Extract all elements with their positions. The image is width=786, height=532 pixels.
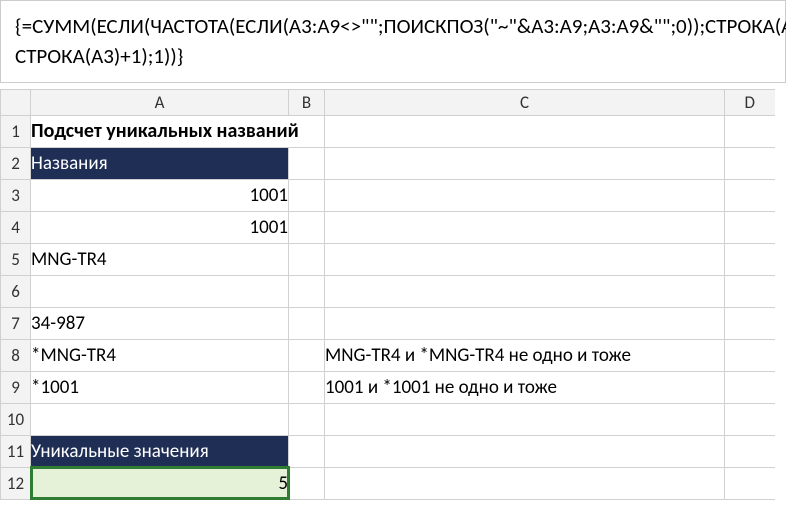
table-row: 3 1001 [1, 179, 775, 211]
cell-D1[interactable] [725, 115, 775, 147]
cell-A3[interactable]: 1001 [31, 179, 289, 211]
cell-C7[interactable] [325, 307, 725, 339]
row-header-1[interactable]: 1 [1, 115, 31, 147]
cell-B10[interactable] [289, 403, 325, 435]
table-row: 7 34-987 [1, 307, 775, 339]
table-row: 6 [1, 275, 775, 307]
row-header-12[interactable]: 12 [1, 467, 31, 499]
cell-D9[interactable] [725, 371, 775, 403]
cell-B8[interactable] [289, 339, 325, 371]
cell-C11[interactable] [325, 435, 725, 467]
cell-B7[interactable] [289, 307, 325, 339]
cell-D12[interactable] [725, 467, 775, 499]
table-row: 5 MNG-TR4 [1, 243, 775, 275]
cell-C2[interactable] [325, 147, 725, 179]
row-header-2[interactable]: 2 [1, 147, 31, 179]
cell-A7[interactable]: 34-987 [31, 307, 289, 339]
col-header-A[interactable]: A [31, 89, 289, 115]
row-header-6[interactable]: 6 [1, 275, 31, 307]
cell-D8[interactable] [725, 339, 775, 371]
row-header-10[interactable]: 10 [1, 403, 31, 435]
row-header-8[interactable]: 8 [1, 339, 31, 371]
cell-A10[interactable] [31, 403, 289, 435]
cell-C4[interactable] [325, 211, 725, 243]
cell-A5[interactable]: MNG-TR4 [31, 243, 289, 275]
select-all-corner[interactable] [1, 89, 31, 115]
cell-C5[interactable] [325, 243, 725, 275]
cell-D7[interactable] [725, 307, 775, 339]
cell-C12[interactable] [325, 467, 725, 499]
cell-B5[interactable] [289, 243, 325, 275]
cell-A2[interactable]: Названия [31, 147, 289, 179]
row-header-9[interactable]: 9 [1, 371, 31, 403]
cell-A12-selected[interactable]: 5 [31, 467, 289, 499]
table-row: 12 5 [1, 467, 775, 499]
cell-B3[interactable] [289, 179, 325, 211]
table-row: 8 *MNG-TR4 MNG-TR4 и *MNG-TR4 не одно и … [1, 339, 775, 371]
cell-D2[interactable] [725, 147, 775, 179]
cell-C6[interactable] [325, 275, 725, 307]
formula-bar[interactable]: {=СУММ(ЕСЛИ(ЧАСТОТА(ЕСЛИ(A3:A9<>"";ПОИСК… [0, 0, 786, 83]
cell-D5[interactable] [725, 243, 775, 275]
table-row: 2 Названия [1, 147, 775, 179]
table-row: 4 1001 [1, 211, 775, 243]
cell-A1[interactable]: Подсчет уникальных названий [31, 115, 325, 147]
row-header-11[interactable]: 11 [1, 435, 31, 467]
table-row: 11 Уникальные значения [1, 435, 775, 467]
table-row: 1 Подсчет уникальных названий [1, 115, 775, 147]
cell-A4[interactable]: 1001 [31, 211, 289, 243]
cell-C1[interactable] [325, 115, 725, 147]
cell-D6[interactable] [725, 275, 775, 307]
cell-A9[interactable]: *1001 [31, 371, 289, 403]
cell-C8[interactable]: MNG-TR4 и *MNG-TR4 не одно и тоже [325, 339, 725, 371]
row-header-4[interactable]: 4 [1, 211, 31, 243]
cell-B2[interactable] [289, 147, 325, 179]
col-header-D[interactable]: D [725, 89, 775, 115]
cell-B4[interactable] [289, 211, 325, 243]
row-header-7[interactable]: 7 [1, 307, 31, 339]
table-row: 10 [1, 403, 775, 435]
cell-A11[interactable]: Уникальные значения [31, 435, 289, 467]
cell-C3[interactable] [325, 179, 725, 211]
spreadsheet-grid[interactable]: A B C D 1 Подсчет уникальных названий 2 … [0, 89, 775, 500]
cell-D11[interactable] [725, 435, 775, 467]
row-header-5[interactable]: 5 [1, 243, 31, 275]
cell-C10[interactable] [325, 403, 725, 435]
cell-D3[interactable] [725, 179, 775, 211]
cell-D10[interactable] [725, 403, 775, 435]
table-row: 9 *1001 1001 и *1001 не одно и тоже [1, 371, 775, 403]
row-header-3[interactable]: 3 [1, 179, 31, 211]
cell-B12[interactable] [289, 467, 325, 499]
cell-A6[interactable] [31, 275, 289, 307]
cell-B9[interactable] [289, 371, 325, 403]
cell-C9[interactable]: 1001 и *1001 не одно и тоже [325, 371, 725, 403]
col-header-B[interactable]: B [289, 89, 325, 115]
cell-A8[interactable]: *MNG-TR4 [31, 339, 289, 371]
col-header-C[interactable]: C [325, 89, 725, 115]
cell-B11[interactable] [289, 435, 325, 467]
formula-bar-text: {=СУММ(ЕСЛИ(ЧАСТОТА(ЕСЛИ(A3:A9<>"";ПОИСК… [15, 13, 786, 69]
cell-B6[interactable] [289, 275, 325, 307]
cell-D4[interactable] [725, 211, 775, 243]
